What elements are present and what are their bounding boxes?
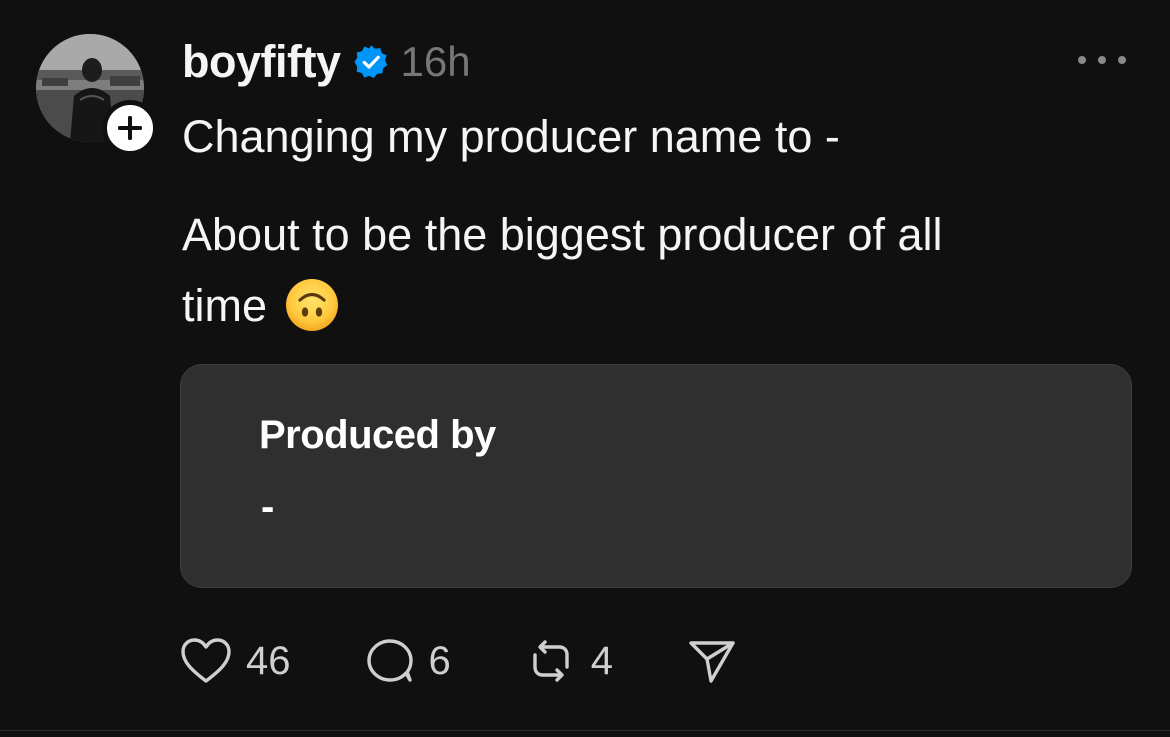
avatar-container: [36, 34, 158, 156]
post-text-line-3: time: [182, 279, 339, 336]
more-dot: [1118, 56, 1126, 64]
plus-icon: [118, 116, 142, 140]
heart-icon: [181, 638, 231, 683]
like-count: 46: [246, 638, 291, 683]
repost-icon: [533, 640, 569, 682]
more-options-button[interactable]: [1078, 46, 1126, 74]
post-header: boyfifty 16h: [182, 34, 471, 90]
verified-check-icon: [353, 45, 387, 79]
quote-card[interactable]: Produced by -: [180, 364, 1132, 588]
reply-button[interactable]: 6: [365, 637, 451, 685]
post-divider: [0, 730, 1170, 731]
send-icon: [689, 641, 735, 683]
more-dot: [1078, 56, 1086, 64]
reply-count: 6: [428, 638, 451, 683]
share-button[interactable]: [687, 637, 737, 685]
repost-button[interactable]: 4: [525, 637, 613, 685]
post-timestamp: 16h: [400, 38, 471, 85]
follow-plus-button[interactable]: [102, 100, 158, 156]
thread-post: boyfifty 16h Changing my producer name t…: [0, 0, 1170, 730]
comment-bubble-icon: [366, 639, 413, 682]
post-text-line-2: About to be the biggest producer of all: [182, 209, 943, 260]
post-text-line-1: Changing my producer name to -: [182, 111, 840, 162]
upside-down-face-emoji-icon: [286, 279, 339, 331]
username[interactable]: boyfifty: [182, 36, 341, 88]
card-title: Produced by: [259, 413, 496, 457]
post-actions-bar: 46 6 4: [180, 634, 737, 688]
post-text-time: time: [182, 279, 268, 331]
like-button[interactable]: 46: [180, 637, 291, 685]
more-dot: [1098, 56, 1106, 64]
repost-count: 4: [590, 638, 613, 683]
card-value: -: [261, 485, 275, 529]
